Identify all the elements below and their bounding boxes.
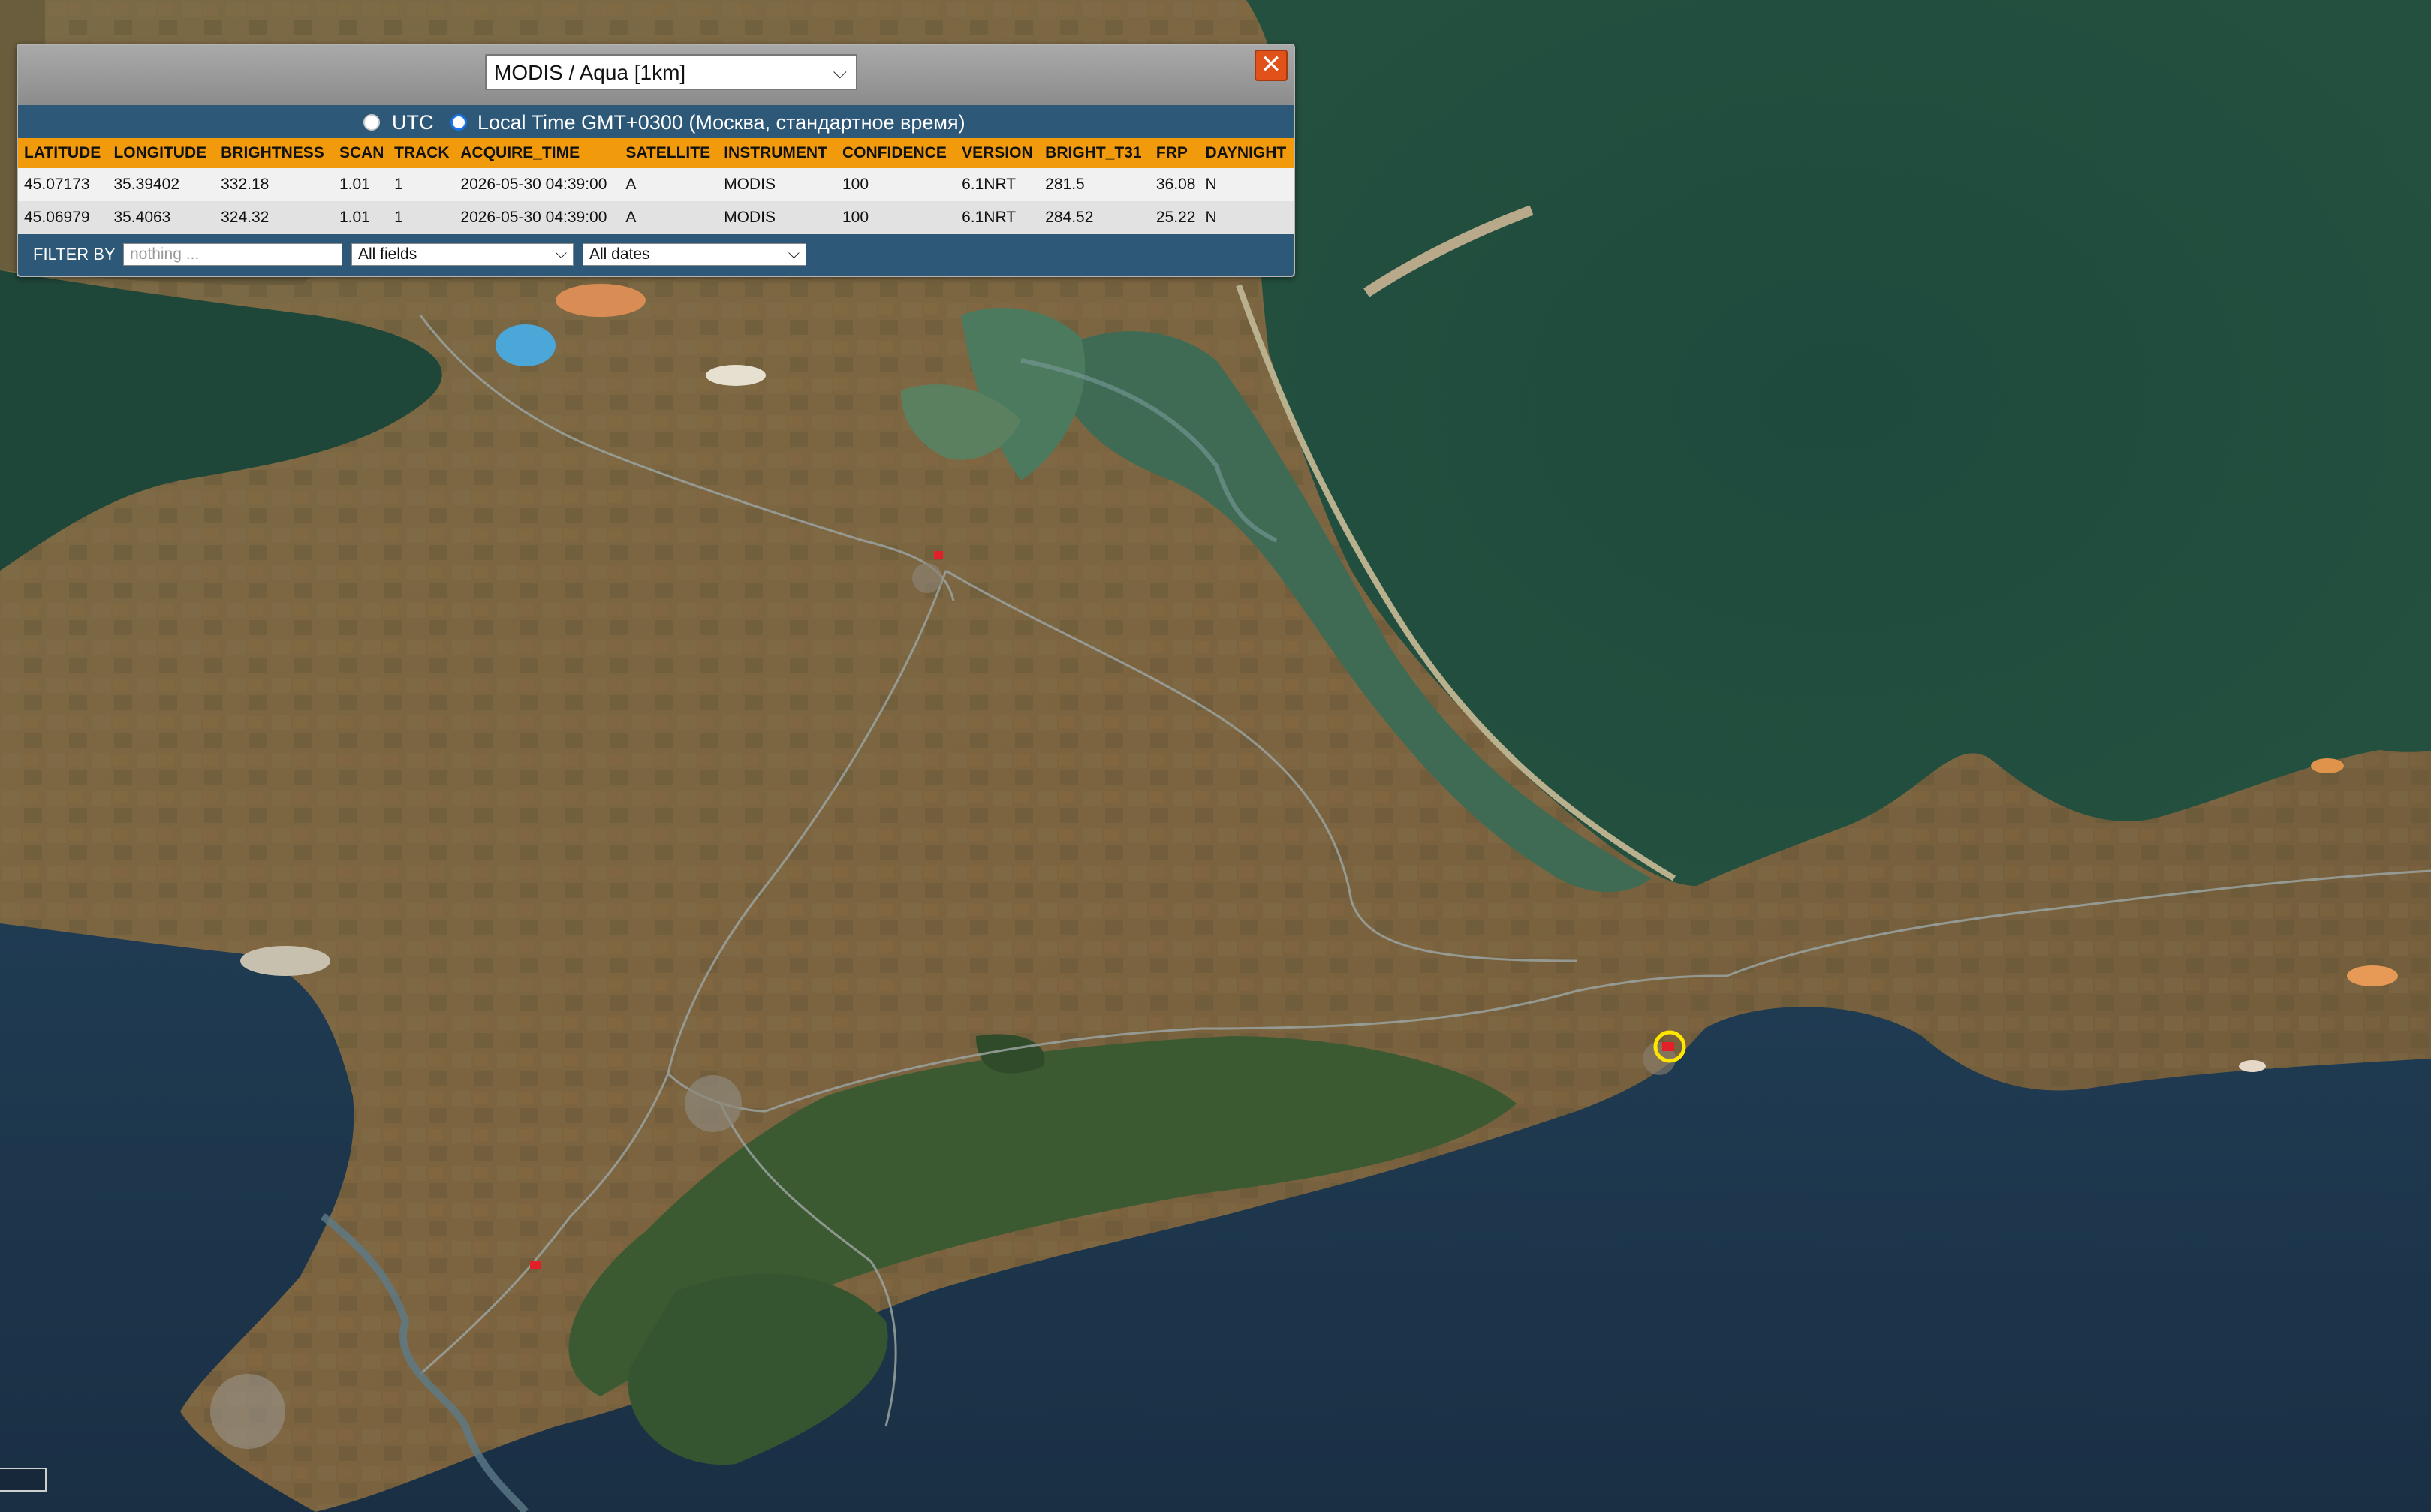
- table-cell: N: [1199, 168, 1294, 201]
- local-time-radio[interactable]: [450, 114, 467, 131]
- field-select-value: All fields: [358, 245, 417, 263]
- table-cell: 35.4063: [107, 201, 215, 234]
- fire-marker-icon: [1662, 1042, 1674, 1051]
- table-cell: 324.32: [215, 201, 333, 234]
- data-source-select[interactable]: MODIS / Aqua [1km] ⌵: [485, 54, 857, 90]
- column-header[interactable]: CONFIDENCE: [836, 138, 956, 168]
- table-cell: 45.07173: [18, 168, 108, 201]
- column-header[interactable]: TRACK: [388, 138, 455, 168]
- date-select[interactable]: All dates ⌵: [583, 243, 806, 266]
- column-header[interactable]: BRIGHT_T31: [1039, 138, 1150, 168]
- table-cell: 1.01: [333, 201, 389, 234]
- table-cell: 45.06979: [18, 201, 108, 234]
- date-select-value: All dates: [589, 245, 650, 263]
- utc-radio-label: UTC: [392, 111, 434, 134]
- field-select[interactable]: All fields ⌵: [351, 243, 574, 266]
- column-header[interactable]: INSTRUMENT: [718, 138, 836, 168]
- chevron-down-icon: ⌵: [555, 245, 567, 262]
- table-cell: N: [1199, 201, 1294, 234]
- close-button[interactable]: ✕: [1255, 50, 1288, 81]
- column-header[interactable]: DAYNIGHT: [1199, 138, 1294, 168]
- filter-placeholder: nothing ...: [130, 245, 200, 263]
- timezone-toggle: UTC Local Time GMT+0300 (Москва, стандар…: [18, 105, 1294, 138]
- table-cell: 1: [388, 201, 455, 234]
- table-cell: 36.08: [1149, 168, 1200, 201]
- fire-marker-icon: [934, 551, 943, 559]
- filter-input[interactable]: nothing ...: [123, 243, 342, 266]
- table-cell: 1: [388, 168, 455, 201]
- column-header[interactable]: SCAN: [333, 138, 389, 168]
- table-header-row: LATITUDE LONGITUDE BRIGHTNESS SCAN TRACK…: [18, 138, 1294, 168]
- fire-marker-icon: [530, 1261, 541, 1269]
- utc-radio[interactable]: [363, 114, 380, 131]
- table-cell: 2026-05-30 04:39:00: [454, 168, 620, 201]
- table-cell: 35.39402: [107, 168, 215, 201]
- table-cell: 25.22: [1149, 201, 1200, 234]
- table-cell: 6.1NRT: [956, 201, 1040, 234]
- column-header[interactable]: BRIGHTNESS: [215, 138, 333, 168]
- chevron-down-icon: ⌵: [833, 62, 847, 83]
- filter-label: FILTER BY: [33, 245, 116, 264]
- fire-data-table: LATITUDE LONGITUDE BRIGHTNESS SCAN TRACK…: [18, 138, 1294, 234]
- close-icon: ✕: [1260, 50, 1282, 79]
- table-cell: 6.1NRT: [956, 168, 1040, 201]
- popup-header: MODIS / Aqua [1km] ⌵ ✕: [18, 45, 1294, 105]
- map-scale-box: [0, 1468, 47, 1492]
- table-cell: 2026-05-30 04:39:00: [454, 201, 620, 234]
- data-source-select-value: MODIS / Aqua [1km]: [494, 61, 686, 84]
- table-cell: 332.18: [215, 168, 333, 201]
- table-cell: 281.5: [1039, 168, 1150, 201]
- column-header[interactable]: LONGITUDE: [107, 138, 215, 168]
- column-header[interactable]: ACQUIRE_TIME: [454, 138, 620, 168]
- chevron-down-icon: ⌵: [788, 245, 800, 262]
- table-cell: 1.01: [333, 168, 389, 201]
- table-cell: 100: [836, 201, 956, 234]
- table-cell: A: [619, 168, 718, 201]
- column-header[interactable]: LATITUDE: [18, 138, 108, 168]
- table-cell: MODIS: [718, 168, 836, 201]
- table-cell: 284.52: [1039, 201, 1150, 234]
- filter-bar: FILTER BY nothing ... All fields ⌵ All d…: [18, 234, 1294, 276]
- column-header[interactable]: FRP: [1149, 138, 1200, 168]
- column-header[interactable]: VERSION: [956, 138, 1040, 168]
- table-cell: A: [619, 201, 718, 234]
- table-row[interactable]: 45.07173 35.39402 332.18 1.01 1 2026-05-…: [18, 168, 1294, 201]
- fire-details-popup: MODIS / Aqua [1km] ⌵ ✕ UTC Local Time GM…: [17, 44, 1295, 277]
- table-cell: 100: [836, 168, 956, 201]
- column-header[interactable]: SATELLITE: [619, 138, 718, 168]
- table-row[interactable]: 45.06979 35.4063 324.32 1.01 1 2026-05-3…: [18, 201, 1294, 234]
- local-time-radio-label: Local Time GMT+0300 (Москва, стандартное…: [477, 111, 965, 134]
- table-cell: MODIS: [718, 201, 836, 234]
